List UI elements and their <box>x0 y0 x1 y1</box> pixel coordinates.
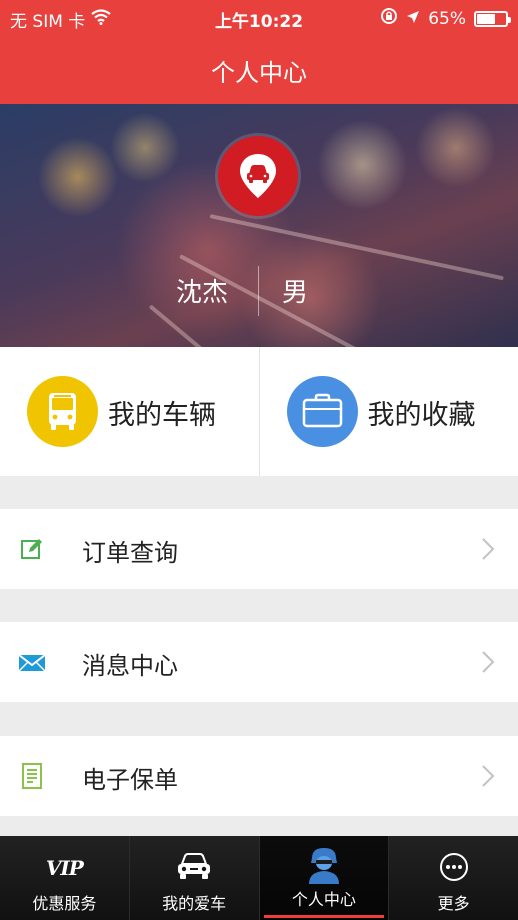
chevron-right-icon <box>480 536 496 562</box>
user-gender: 男 <box>282 278 309 308</box>
car-icon <box>174 850 214 886</box>
my-favorites-label: 我的收藏 <box>367 400 476 431</box>
status-bar: 无 SIM 卡 上午10:22 65% <box>0 0 518 34</box>
chevron-right-icon <box>480 649 496 675</box>
nav-bar: 个人中心 <box>0 34 518 104</box>
battery-icon <box>474 10 511 27</box>
light-streak <box>209 214 504 281</box>
tab-discount-services[interactable]: VIP 优惠服务 <box>0 836 129 920</box>
car-pin-icon[interactable] <box>218 136 298 216</box>
tab-my-car[interactable]: 我的爱车 <box>128 836 259 920</box>
envelope-icon <box>18 648 46 676</box>
battery-percent: 65% <box>428 8 466 29</box>
active-tab-indicator <box>263 915 385 918</box>
menu-item-label: 订单查询 <box>82 539 178 567</box>
chevron-right-icon <box>480 763 496 789</box>
user-name: 沈杰 <box>175 278 228 308</box>
document-icon <box>18 762 46 790</box>
menu-item-label: 消息中心 <box>82 652 178 680</box>
tab-label: 我的爱车 <box>162 894 227 913</box>
menu-item-label: 电子保单 <box>82 766 178 794</box>
my-vehicles-label: 我的车辆 <box>108 400 216 431</box>
more-icon <box>439 852 469 886</box>
user-icon <box>307 846 341 888</box>
tab-more[interactable]: 更多 <box>388 836 518 920</box>
tab-label: 更多 <box>437 894 470 913</box>
edit-icon <box>18 535 46 563</box>
profile-banner: 沈杰 男 <box>0 104 518 347</box>
my-favorites-button[interactable]: 我的收藏 <box>258 347 518 476</box>
tab-personal-center[interactable]: 个人中心 <box>258 836 389 920</box>
page-title: 个人中心 <box>211 59 307 87</box>
tab-label: 个人中心 <box>291 890 356 909</box>
bus-icon <box>27 376 98 447</box>
location-arrow-icon <box>406 9 420 29</box>
my-vehicles-button[interactable]: 我的车辆 <box>0 347 259 476</box>
briefcase-icon <box>286 376 358 447</box>
quick-actions: 我的车辆 我的收藏 <box>0 347 518 476</box>
rotation-lock-icon <box>380 7 398 30</box>
light-streak <box>148 304 320 347</box>
menu-item-e-policy[interactable]: 电子保单 <box>0 736 518 816</box>
menu-item-orders[interactable]: 订单查询 <box>0 509 518 589</box>
menu-item-messages[interactable]: 消息中心 <box>0 622 518 702</box>
vip-icon-text: VIP <box>45 856 84 880</box>
vip-icon: VIP <box>45 856 84 880</box>
divider <box>258 266 259 316</box>
tab-bar: VIP 优惠服务 我的爱车 个人中心 更多 <box>0 836 518 920</box>
tab-label: 优惠服务 <box>32 894 97 913</box>
